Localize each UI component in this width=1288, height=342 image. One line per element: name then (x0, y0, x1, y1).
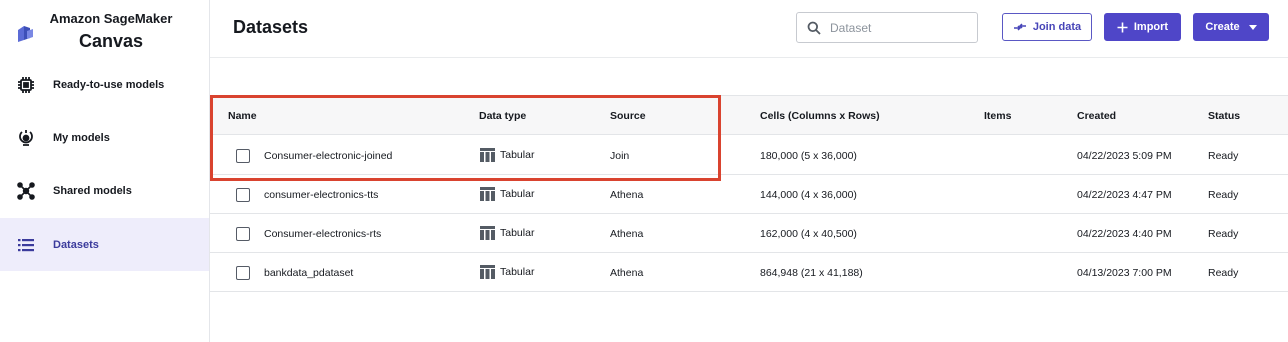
search-icon (807, 21, 821, 35)
status-cell: Ready (1208, 267, 1239, 279)
sidebar-item-my-models[interactable]: My models (0, 111, 209, 164)
join-data-button[interactable]: Join data (1002, 13, 1092, 41)
status-cell: Ready (1208, 150, 1239, 162)
status-cell: Ready (1208, 189, 1239, 201)
source-cell: Join (610, 150, 630, 162)
sidebar-item-label: Shared models (53, 184, 132, 197)
plus-icon (1117, 22, 1128, 33)
row-checkbox[interactable] (236, 227, 250, 241)
row-checkbox[interactable] (236, 188, 250, 202)
column-header-data-type[interactable]: Data type (479, 110, 526, 122)
page-title: Datasets (233, 17, 309, 37)
data-type-label: Tabular (500, 188, 535, 200)
brand-name-line2: Canvas (78, 31, 144, 51)
table-row[interactable]: consumer-electronics-tts Tabular Athena … (210, 175, 1288, 214)
column-header-source[interactable]: Source (610, 110, 646, 122)
table-grid-icon (480, 265, 495, 279)
join-data-label: Join data (1032, 21, 1082, 33)
created-cell: 04/22/2023 4:40 PM (1077, 228, 1172, 240)
create-button[interactable]: Create (1193, 13, 1269, 41)
search-box[interactable] (796, 12, 978, 43)
dataset-name[interactable]: bankdata_pdataset (264, 267, 353, 279)
source-cell: Athena (610, 189, 644, 201)
chip-icon (16, 75, 36, 95)
column-header-items[interactable]: Items (984, 110, 1011, 122)
dataset-name[interactable]: Consumer-electronic-joined (264, 150, 392, 162)
dataset-name[interactable]: consumer-electronics-tts (264, 189, 378, 201)
row-checkbox[interactable] (236, 149, 250, 163)
sidebar-item-shared-models[interactable]: Shared models (0, 164, 209, 217)
table-row[interactable]: Consumer-electronic-joined Tabular Join … (210, 136, 1288, 175)
source-cell: Athena (610, 267, 644, 279)
sidebar-item-label: Datasets (53, 238, 99, 251)
column-header-status[interactable]: Status (1208, 110, 1240, 122)
caret-down-icon (1248, 24, 1257, 30)
dataset-name[interactable]: Consumer-electronics-rts (264, 228, 381, 240)
share-network-icon (16, 181, 36, 201)
brand-name-line1: Amazon SageMaker (49, 11, 173, 26)
sidebar-item-label: My models (53, 131, 110, 144)
data-type-label: Tabular (500, 266, 535, 278)
join-arrows-icon (1013, 22, 1027, 32)
source-cell: Athena (610, 228, 644, 240)
sidebar-item-label: Ready-to-use models (53, 78, 165, 91)
column-header-name[interactable]: Name (228, 110, 257, 122)
cells-cell: 864,948 (21 x 41,188) (760, 267, 863, 279)
data-type-label: Tabular (500, 227, 535, 239)
created-cell: 04/22/2023 4:47 PM (1077, 189, 1172, 201)
cells-cell: 162,000 (4 x 40,500) (760, 228, 857, 240)
list-icon (16, 235, 36, 255)
data-type-cell: Tabular (480, 265, 534, 279)
brain-bulb-icon (16, 128, 36, 148)
table-grid-icon (480, 148, 495, 162)
table-header: Name Data type Source Cells (Columns x R… (210, 95, 1288, 135)
cells-cell: 144,000 (4 x 36,000) (760, 189, 857, 201)
search-input[interactable] (830, 19, 970, 37)
sidebar: Amazon SageMaker Canvas Ready-to-use mod… (0, 0, 210, 342)
cells-cell: 180,000 (5 x 36,000) (760, 150, 857, 162)
status-cell: Ready (1208, 228, 1239, 240)
import-button[interactable]: Import (1104, 13, 1181, 41)
data-type-label: Tabular (500, 149, 535, 161)
table-grid-icon (480, 226, 495, 240)
sidebar-item-ready-to-use-models[interactable]: Ready-to-use models (0, 58, 209, 111)
sidebar-item-datasets[interactable]: Datasets (0, 218, 209, 271)
table-row[interactable]: bankdata_pdataset Tabular Athena 864,948… (210, 253, 1288, 292)
data-type-cell: Tabular (480, 226, 534, 240)
data-type-cell: Tabular (480, 187, 534, 201)
import-label: Import (1133, 21, 1169, 33)
create-label: Create (1205, 21, 1240, 33)
column-header-created[interactable]: Created (1077, 110, 1116, 122)
row-checkbox[interactable] (236, 266, 250, 280)
created-cell: 04/22/2023 5:09 PM (1077, 150, 1172, 162)
created-cell: 04/13/2023 7:00 PM (1077, 267, 1172, 279)
column-header-cells[interactable]: Cells (Columns x Rows) (760, 110, 880, 122)
brand: Amazon SageMaker Canvas (0, 0, 210, 60)
table-row[interactable]: Consumer-electronics-rts Tabular Athena … (210, 214, 1288, 253)
table-grid-icon (480, 187, 495, 201)
page-header: Datasets Join data Import Create (210, 0, 1288, 58)
data-type-cell: Tabular (480, 148, 534, 162)
